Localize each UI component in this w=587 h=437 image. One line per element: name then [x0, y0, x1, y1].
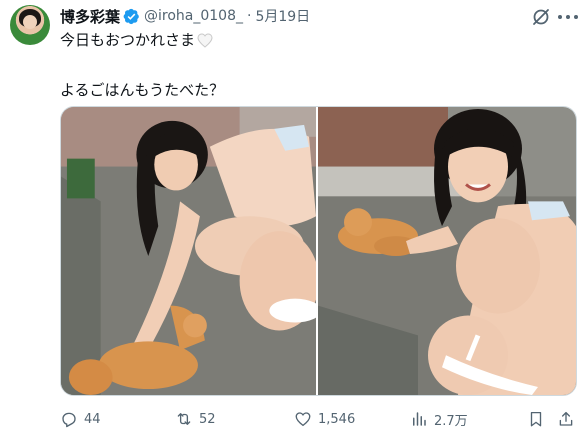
more-options-icon[interactable]	[558, 10, 578, 24]
reply-button[interactable]: 44	[60, 408, 101, 430]
tweet-header: 博多彩葉 @iroha_0108_ · 5月19日	[60, 6, 310, 26]
author-avatar[interactable]	[10, 5, 50, 45]
reply-icon	[62, 412, 76, 428]
bookmark-icon	[530, 411, 542, 427]
reply-count: 44	[84, 411, 101, 427]
share-icon	[559, 411, 573, 426]
repost-count: 52	[199, 411, 216, 427]
tweet-action-bar: 44 52 1,546 2.7万	[60, 408, 577, 430]
author-handle[interactable]: @iroha_0108_	[144, 8, 243, 24]
tweet-text: 今日もおつかれさま よるごはんもうたべた？	[60, 30, 570, 100]
verified-badge-icon[interactable]	[123, 8, 140, 25]
repost-button[interactable]: 52	[175, 408, 216, 430]
like-count: 1,546	[318, 411, 356, 427]
repost-icon	[177, 413, 191, 425]
white-heart-icon	[197, 32, 213, 48]
tweet-media-grid	[60, 106, 577, 396]
views-chart-icon	[413, 412, 426, 426]
avatar-face	[23, 15, 37, 29]
author-display-name[interactable]: 博多彩葉	[60, 6, 120, 27]
photo-girl-smiling-with-cat[interactable]	[318, 107, 576, 395]
views-count: 2.7万	[434, 413, 468, 429]
tweet-text-line-1: 今日もおつかれさま	[60, 31, 196, 49]
grok-icon[interactable]	[531, 7, 551, 27]
like-button[interactable]: 1,546	[294, 408, 355, 430]
separator-dot: ·	[247, 8, 252, 24]
bookmark-button[interactable]	[527, 408, 545, 430]
views-button[interactable]: 2.7万	[410, 408, 468, 430]
heart-icon	[295, 412, 311, 427]
share-button[interactable]	[557, 408, 575, 430]
tweet-date[interactable]: 5月19日	[255, 6, 310, 26]
tweet-text-line-2: よるごはんもうたべた？	[60, 81, 225, 99]
photo-girl-crouching-with-cat[interactable]	[61, 107, 318, 395]
